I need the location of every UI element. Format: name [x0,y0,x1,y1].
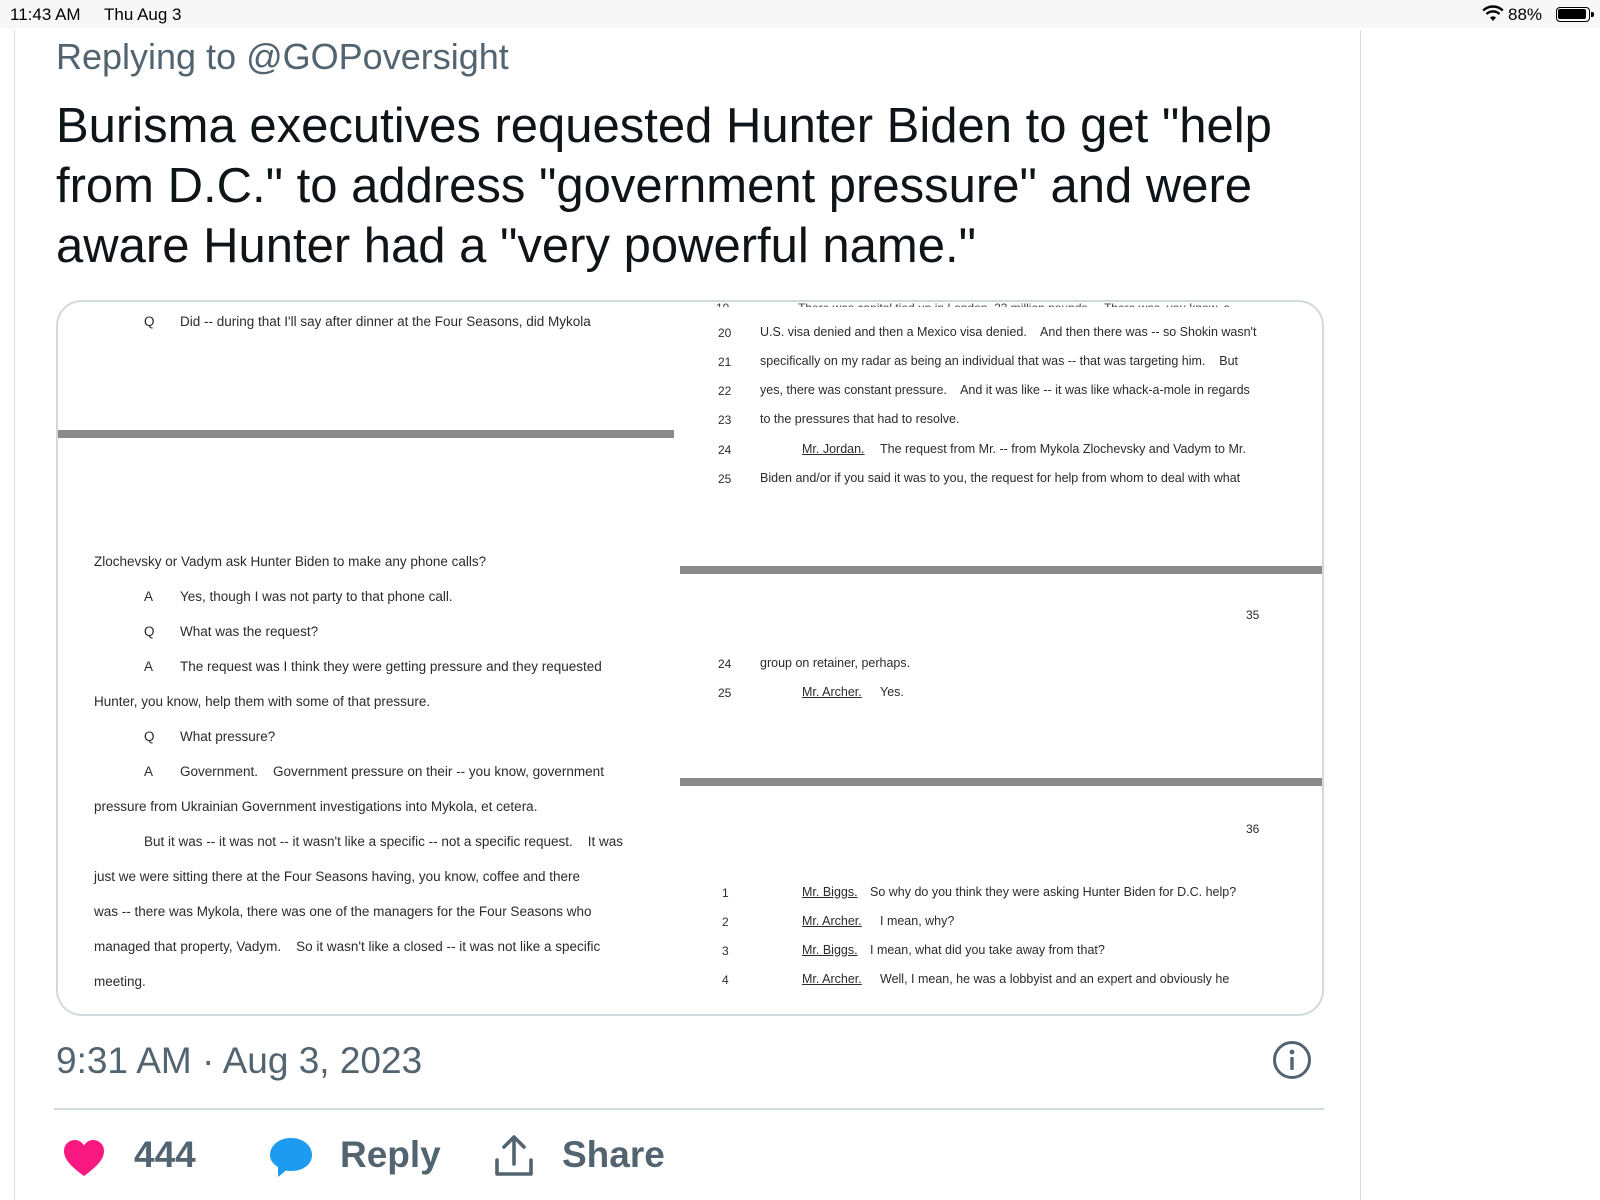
doc-page-number: 35 [1246,608,1260,622]
share-icon[interactable] [492,1134,536,1178]
doc-line: was -- there was Mykola, there was one o… [94,904,592,919]
heart-icon[interactable] [62,1138,106,1178]
doc-line-number: 22 [718,384,732,398]
doc-line: What was the request? [180,624,319,639]
doc-line: yes, there was constant pressure. And it… [760,383,1250,397]
doc-line: pressure from Ukrainian Government inves… [94,799,538,814]
status-time: 11:43 AM [10,5,81,24]
doc-line: There was capital tied up in London, 23 … [798,302,1230,307]
doc-line-number: 20 [718,326,732,340]
share-button[interactable]: Share [562,1134,665,1176]
doc-line: What pressure? [180,729,276,744]
doc-line-number: 21 [718,355,732,369]
doc-line: I mean, what did you take away from that… [870,943,1105,957]
doc-speaker: Mr. Archer. [802,972,862,986]
doc-line-number: 4 [722,973,729,987]
doc-line: Biden and/or if you said it was to you, … [760,471,1241,485]
doc-speaker: Mr. Jordan. [802,442,865,456]
doc-line: Zlochevsky or Vadym ask Hunter Biden to … [94,554,487,569]
doc-a-tag: A [144,659,154,674]
doc-line-number: 19 [716,302,729,307]
doc-line: Yes. [880,685,904,699]
doc-line: The request from Mr. -- from Mykola Zloc… [880,442,1246,456]
battery-percent: 88% [1508,5,1543,24]
doc-line: group on retainer, perhaps. [760,656,911,670]
doc-line: I mean, why? [880,914,955,928]
reply-bubble-icon[interactable] [268,1136,314,1178]
doc-a-tag: A [144,589,154,604]
reply-button[interactable]: Reply [340,1134,441,1176]
like-count[interactable]: 444 [134,1134,196,1176]
page-divider [680,778,1322,786]
divider [54,1108,1324,1110]
doc-line-number: 1 [722,886,729,900]
doc-line: Yes, though I was not party to that phon… [180,589,453,604]
doc-line: Did -- during that I'll say after dinner… [180,314,591,329]
doc-line-number: 23 [718,413,732,427]
doc-line: Well, I mean, he was a lobbyist and an e… [880,972,1230,986]
doc-speaker: Mr. Biggs. [802,885,858,899]
timeline-right-border [1360,30,1361,1200]
doc-a-tag: A [144,764,154,779]
doc-q-tag: Q [144,729,155,744]
battery-icon [1556,7,1594,22]
page-divider [58,430,674,438]
doc-line-number: 25 [718,686,732,700]
doc-speaker: Mr. Archer. [802,914,862,928]
doc-line: specifically on my radar as being an ind… [760,354,1239,368]
doc-line: But it was -- it was not -- it wasn't li… [144,834,623,849]
replying-to: Replying to @GOPoversight [56,36,509,78]
doc-q-tag: Q [144,624,155,639]
wifi-icon [1482,5,1504,21]
tweet-timestamp[interactable]: 9:31 AM · Aug 3, 2023 [56,1040,422,1082]
doc-line-number: 24 [718,657,732,671]
replying-prefix: Replying to [56,36,237,77]
doc-speaker: Mr. Biggs. [802,943,858,957]
doc-line: to the pressures that had to resolve. [760,412,960,426]
doc-line-number: 2 [722,915,729,929]
status-bar: 11:43 AM Thu Aug 3 88% [0,0,1600,28]
info-icon[interactable] [1272,1040,1312,1080]
doc-line-number: 24 [718,443,732,457]
page-divider [680,566,1322,574]
doc-line: managed that property, Vadym. So it wasn… [94,939,601,954]
doc-line: The request was I think they were gettin… [180,659,602,674]
replying-handle-link[interactable]: @GOPoversight [246,36,509,77]
doc-line: just we were sitting there at the Four S… [94,869,581,884]
doc-line: Government. Government pressure on their… [180,764,604,779]
doc-line: Hunter, you know, help them with some of… [94,694,431,709]
doc-line-number: 25 [718,472,732,486]
doc-speaker: Mr. Archer. [802,685,862,699]
doc-page-number: 36 [1246,822,1260,836]
tweet-text: Burisma executives requested Hunter Bide… [56,99,1272,273]
tweet-media-image[interactable]: Q Did -- during that I'll say after dinn… [56,300,1324,1016]
status-date: Thu Aug 3 [104,5,182,24]
timeline-left-border [14,30,15,1200]
doc-line: meeting. [94,974,146,989]
doc-line-number: 3 [722,944,729,958]
doc-line: U.S. visa denied and then a Mexico visa … [760,325,1257,339]
doc-line: So why do you think they were asking Hun… [870,885,1237,899]
doc-q-tag: Q [144,314,155,329]
